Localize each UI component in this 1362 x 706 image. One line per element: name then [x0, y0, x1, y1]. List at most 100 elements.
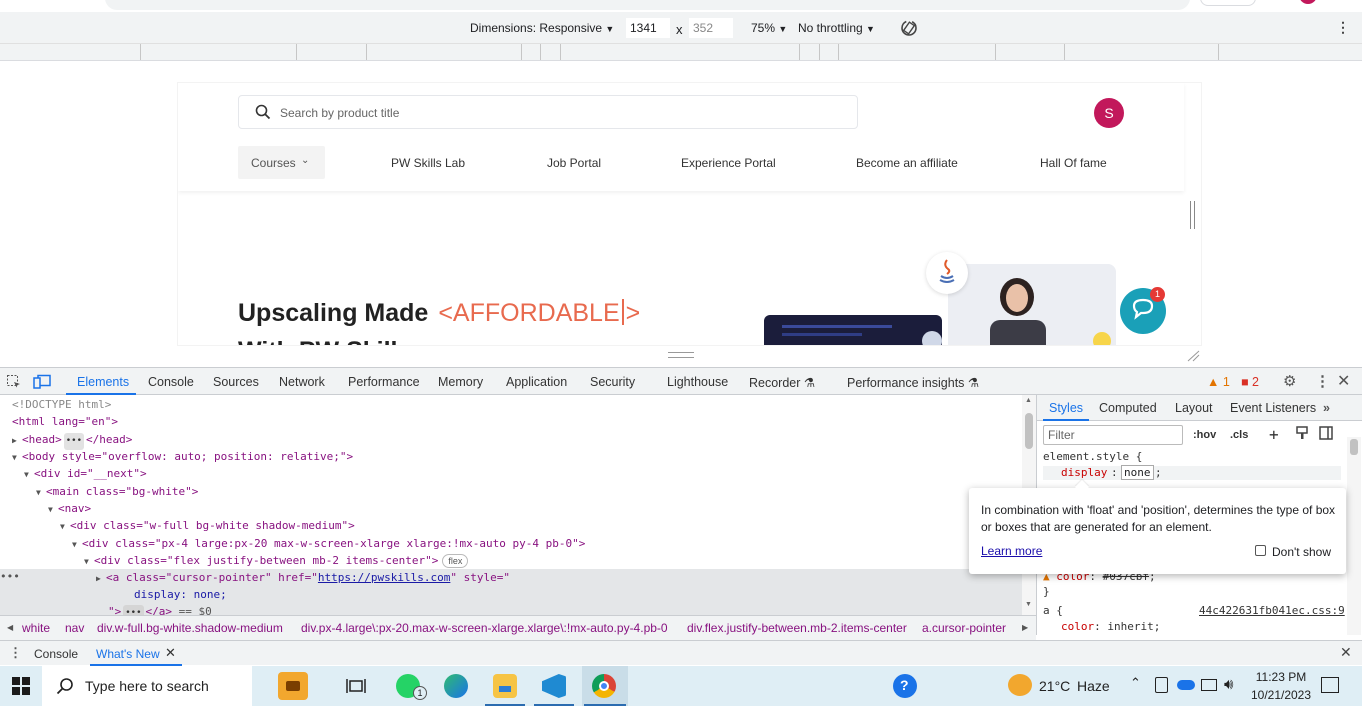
scroll-down-icon[interactable]: ▼: [1025, 601, 1032, 608]
viewport-height-resize-handle[interactable]: [668, 352, 694, 358]
breadcrumb-white[interactable]: white: [22, 621, 50, 635]
scroll-up-icon[interactable]: ▲: [1025, 397, 1032, 404]
dom-div-px[interactable]: ▼ <div class="px-4 large:px-20 max-w-scre…: [72, 535, 585, 552]
dom-a-href[interactable]: https://pwskills.com: [318, 571, 450, 584]
breadcrumb-right-arrow-icon[interactable]: ▶: [1022, 623, 1028, 632]
new-rule-plus-icon[interactable]: +: [1269, 425, 1279, 444]
expand-triangle-icon[interactable]: ▶: [12, 432, 22, 449]
close-drawer-icon[interactable]: ✕: [1340, 644, 1352, 661]
collapse-triangle-icon[interactable]: ▼: [36, 484, 46, 501]
courses-dropdown[interactable]: Courses ⌄: [238, 146, 325, 179]
nav-experience-portal[interactable]: Experience Portal: [681, 156, 776, 170]
drawer-tab-whats-new[interactable]: What's New: [96, 647, 160, 661]
width-input[interactable]: [626, 18, 670, 38]
paint-brush-icon[interactable]: [1295, 426, 1309, 443]
styles-scrollbar-thumb[interactable]: [1350, 439, 1358, 455]
onedrive-icon[interactable]: [1177, 680, 1195, 690]
taskbar-search-box[interactable]: Type here to search: [42, 666, 252, 706]
notifications-icon[interactable]: [1321, 677, 1339, 693]
weather-icon[interactable]: [1008, 674, 1032, 696]
element-style-selector[interactable]: element.style {: [1043, 450, 1142, 463]
weather-temp[interactable]: 21°C: [1039, 678, 1070, 694]
dom-next[interactable]: ▼ <div id="__next">: [24, 465, 147, 482]
a-rule-source-link[interactable]: 44c422631fb041ec.css:9: [1199, 604, 1345, 617]
devtools-menu-icon[interactable]: ⋮: [1315, 372, 1330, 390]
chrome-icon[interactable]: [592, 674, 616, 698]
collapse-triangle-icon[interactable]: ▼: [48, 501, 58, 518]
breadcrumb-a[interactable]: a.cursor-pointer: [922, 621, 1006, 635]
tab-performance-insights[interactable]: Performance insights ⚗: [847, 375, 979, 390]
errors-counter[interactable]: ■ 2: [1241, 375, 1259, 389]
device-toggle-icon[interactable]: [33, 374, 51, 393]
inspect-element-icon[interactable]: [6, 374, 22, 393]
breadcrumb-div-shadow[interactable]: div.w-full.bg-white.shadow-medium: [97, 621, 283, 635]
breadcrumb-nav[interactable]: nav: [65, 621, 84, 635]
file-explorer-icon[interactable]: [493, 674, 517, 698]
tab-elements[interactable]: Elements: [77, 375, 129, 389]
edge-browser-icon[interactable]: [444, 674, 468, 698]
dom-nav[interactable]: ▼ <nav>: [48, 500, 91, 517]
flex-badge[interactable]: flex: [442, 554, 469, 568]
close-devtools-icon[interactable]: ✕: [1337, 371, 1350, 391]
hov-toggle[interactable]: :hov: [1193, 429, 1216, 441]
sidebar-toggle-icon[interactable]: [1319, 426, 1333, 443]
tab-application[interactable]: Application: [506, 375, 567, 389]
learn-more-link[interactable]: Learn more: [981, 544, 1042, 558]
display-property-row[interactable]: display : none ;: [1043, 465, 1341, 480]
more-options-icon[interactable]: ⋮: [1336, 19, 1350, 36]
user-avatar[interactable]: S: [1094, 98, 1124, 128]
dimensions-dropdown[interactable]: Dimensions: Responsive ▼: [470, 21, 614, 35]
styles-filter-input[interactable]: Filter: [1043, 425, 1183, 445]
zoom-dropdown[interactable]: 75% ▼: [751, 21, 787, 35]
meet-now-icon[interactable]: [1155, 677, 1168, 693]
volume-icon[interactable]: 🔊︎: [1224, 676, 1233, 693]
display-value-editor[interactable]: none: [1121, 465, 1154, 480]
dom-a-selected[interactable]: ▶ <a class="cursor-pointer" href="https:/…: [96, 569, 510, 586]
viewport-scroll-handle[interactable]: [1190, 201, 1195, 229]
warnings-counter[interactable]: ▲ 1: [1207, 375, 1230, 389]
weather-desc[interactable]: Haze: [1077, 678, 1110, 694]
tab-console[interactable]: Console: [148, 375, 194, 389]
drawer-tab-console[interactable]: Console: [34, 647, 78, 661]
dont-show-checkbox[interactable]: [1255, 545, 1266, 556]
collapse-triangle-icon[interactable]: ▼: [60, 518, 70, 535]
tab-sources[interactable]: Sources: [213, 375, 259, 389]
collapse-triangle-icon[interactable]: ▼: [84, 553, 94, 570]
address-bar[interactable]: [105, 0, 1190, 10]
nav-become-affiliate[interactable]: Become an affiliate: [856, 156, 958, 170]
dom-body[interactable]: ▼ <body style="overflow: auto; position: …: [12, 448, 353, 465]
nav-job-portal[interactable]: Job Portal: [547, 156, 601, 170]
drawer-menu-icon[interactable]: ⋮: [9, 645, 22, 661]
resize-corner-icon[interactable]: [1186, 350, 1200, 362]
browser-action-pill[interactable]: [1200, 0, 1256, 6]
close-tab-icon[interactable]: ✕: [165, 645, 176, 661]
ellipsis-icon[interactable]: •••: [123, 605, 144, 615]
tab-styles[interactable]: Styles: [1049, 401, 1083, 415]
show-hidden-icons-chevron-icon[interactable]: ⌃: [1130, 675, 1141, 691]
tab-recorder[interactable]: Recorder ⚗: [749, 375, 815, 390]
tab-event-listeners[interactable]: Event Listeners: [1230, 401, 1316, 415]
tab-layout[interactable]: Layout: [1175, 401, 1213, 415]
tab-performance[interactable]: Performance: [348, 375, 420, 389]
profile-icon[interactable]: [1299, 0, 1317, 4]
nav-pw-skills-lab[interactable]: PW Skills Lab: [391, 156, 465, 170]
breadcrumb-left-arrow-icon[interactable]: ◀: [7, 623, 13, 632]
dom-doctype[interactable]: <!DOCTYPE html>: [12, 396, 111, 413]
throttling-dropdown[interactable]: No throttling ▼: [798, 21, 875, 35]
clock-time[interactable]: 11:23 PM: [1251, 670, 1311, 684]
task-view-icon[interactable]: [346, 676, 366, 699]
styles-scrollbar[interactable]: [1347, 437, 1361, 635]
dom-div-flex[interactable]: ▼ <div class="flex justify-between mb-2 i…: [84, 552, 469, 570]
battery-icon[interactable]: [1201, 679, 1217, 691]
help-icon[interactable]: ?: [893, 674, 917, 698]
tab-network[interactable]: Network: [279, 375, 325, 389]
vscode-icon[interactable]: [542, 674, 566, 698]
breadcrumb-div-px[interactable]: div.px-4.large\:px-20.max-w-screen-xlarg…: [301, 621, 668, 635]
collapse-triangle-icon[interactable]: ▼: [24, 466, 34, 483]
tab-security[interactable]: Security: [590, 375, 635, 389]
tab-computed[interactable]: Computed: [1099, 401, 1157, 415]
clock-date[interactable]: 10/21/2023: [1246, 688, 1316, 702]
a-rule-selector[interactable]: a {: [1043, 604, 1063, 617]
color-inherit-row[interactable]: color: inherit;: [1061, 620, 1160, 633]
dom-scrollbar-thumb[interactable]: [1025, 413, 1033, 449]
